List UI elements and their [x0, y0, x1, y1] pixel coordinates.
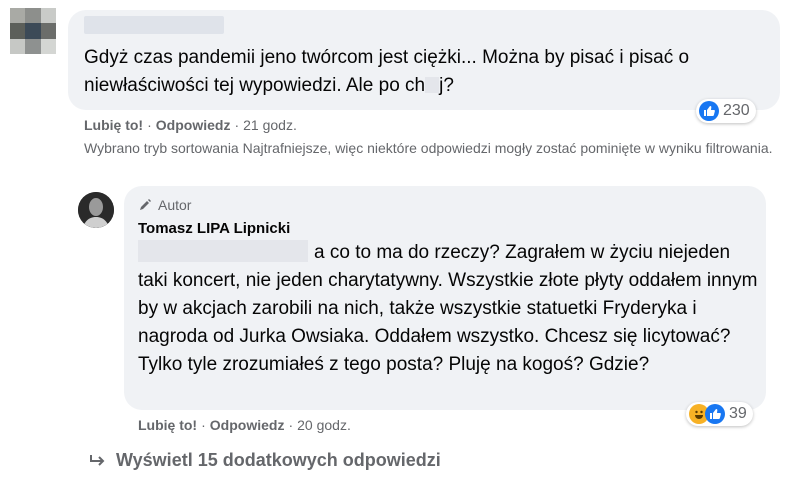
- reply-reactions[interactable]: 39: [686, 402, 753, 426]
- comment-actions: Lubię to! · Odpowiedz · 21 godz.: [84, 117, 297, 133]
- reply-actions: Lubię to! · Odpowiedz · 20 godz.: [138, 417, 351, 433]
- like-reaction-icon: [699, 101, 719, 121]
- like-link[interactable]: Lubię to!: [138, 417, 197, 433]
- mentioned-name-redacted[interactable]: [138, 240, 308, 262]
- like-link[interactable]: Lubię to!: [84, 117, 143, 133]
- reaction-count: 39: [729, 405, 747, 422]
- comment-timestamp[interactable]: 21 godz.: [243, 117, 297, 133]
- reaction-count: 230: [723, 102, 750, 119]
- sort-note: Wybrano tryb sortowania Najtrafniejsze, …: [84, 140, 773, 156]
- reply-link[interactable]: Odpowiedz: [210, 417, 285, 433]
- author-badge: Autor: [138, 197, 191, 213]
- comment-reactions[interactable]: 230: [696, 99, 756, 123]
- censored-block: [425, 77, 440, 93]
- reply-timestamp[interactable]: 20 godz.: [297, 417, 351, 433]
- author-name[interactable]: Tomasz LIPA Lipnicki: [138, 220, 290, 237]
- pencil-icon: [140, 199, 151, 210]
- reply-arrow-icon: [90, 454, 105, 466]
- comment-text: Gdyż czas pandemii jeno twórcom jest cię…: [84, 47, 690, 96]
- like-reaction-icon: [705, 404, 725, 424]
- commenter-avatar[interactable]: [10, 8, 56, 54]
- reply-text: a co to ma do rzeczy? Zagrałem w życiu n…: [138, 240, 758, 375]
- author-avatar[interactable]: [78, 192, 114, 228]
- view-more-replies[interactable]: Wyświetl 15 dodatkowych odpowiedzi: [88, 450, 441, 471]
- reply-link[interactable]: Odpowiedz: [156, 117, 231, 133]
- commenter-name-redacted[interactable]: [84, 16, 224, 34]
